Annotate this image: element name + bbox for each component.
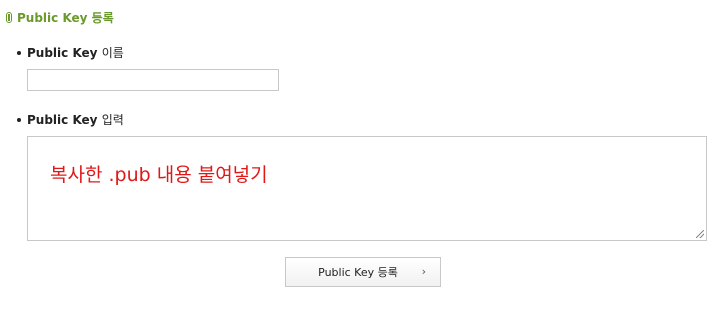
resize-grip-icon[interactable] [696, 230, 704, 238]
section-title-text: Public Key 등록 [17, 11, 114, 25]
chevron-right-icon: › [421, 265, 426, 278]
register-button-label: Public Key 등록 [318, 266, 398, 279]
key-field-label: Public Key 입력 [17, 111, 124, 128]
public-key-name-input[interactable] [27, 69, 279, 91]
public-key-register-form: Public Key 등록 Public Key 이름 Public Key 입… [0, 0, 715, 309]
name-label-suffix: 이름 [101, 46, 124, 60]
bullet-dot-icon [17, 50, 21, 55]
name-label-main: Public Key [27, 45, 98, 60]
key-label-main: Public Key [27, 112, 98, 127]
section-title: Public Key 등록 [6, 9, 114, 26]
public-key-textarea[interactable] [27, 136, 707, 241]
bullet-dot-icon [17, 117, 21, 122]
name-field-label: Public Key 이름 [17, 44, 124, 61]
paste-instruction-overlay: 복사한 .pub 내용 붙여넣기 [50, 164, 268, 186]
register-public-key-button[interactable]: Public Key 등록 › [285, 257, 441, 287]
key-label-suffix: 입력 [101, 113, 124, 127]
section-marker-icon [6, 12, 12, 23]
